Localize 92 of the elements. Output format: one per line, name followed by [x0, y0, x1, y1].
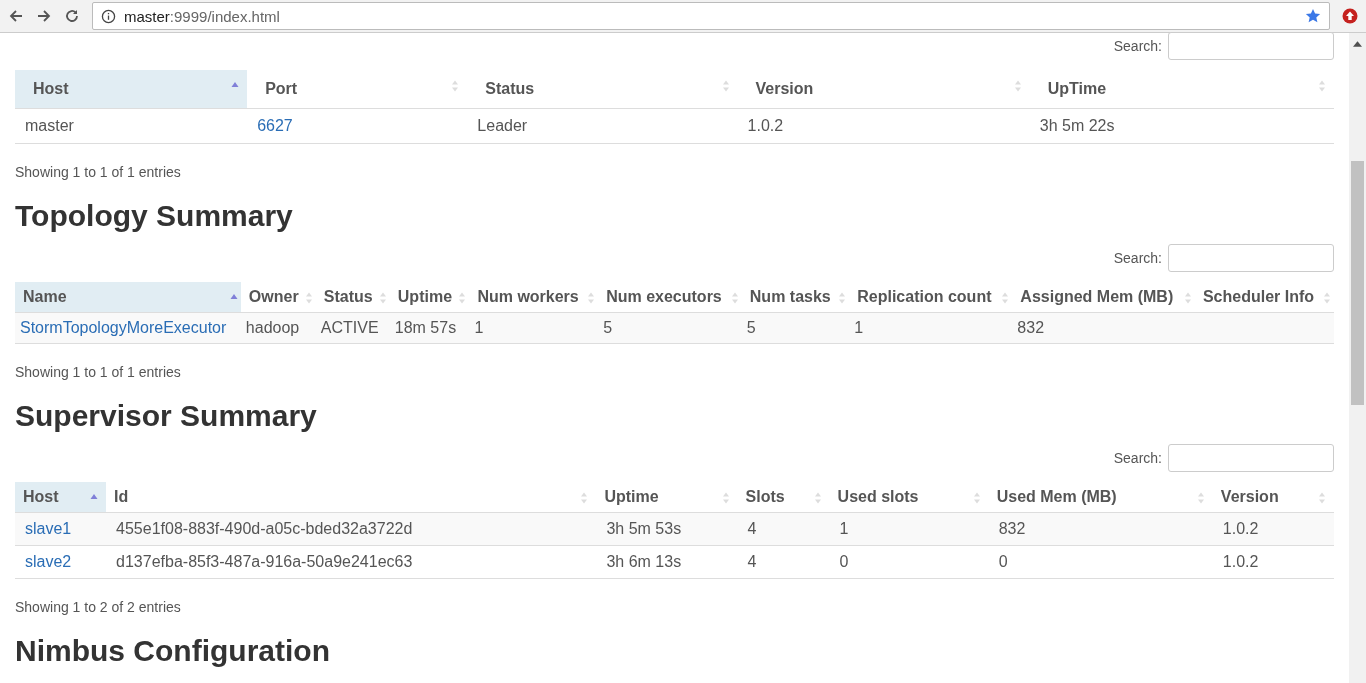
search-label: Search: — [1113, 38, 1162, 54]
column-header[interactable]: Num executors — [598, 282, 742, 313]
section-heading: Supervisor Summary — [15, 398, 318, 434]
address-bar[interactable]: master:9999/index.html — [92, 2, 1330, 30]
sort-icon — [1318, 492, 1326, 504]
column-header[interactable]: Used Mem (MB) — [988, 482, 1213, 513]
sort-icon — [1196, 492, 1205, 504]
column-header[interactable]: Host — [15, 482, 107, 513]
table-cell: Leader — [477, 117, 528, 134]
column-header[interactable]: Scheduler Info — [1194, 282, 1334, 313]
sort-icon — [972, 492, 981, 504]
table-link[interactable]: slave2 — [25, 553, 72, 570]
table-cell: 3h 5m 22s — [1039, 117, 1115, 134]
table-link[interactable]: slave1 — [25, 520, 72, 537]
entries-info: Showing 1 to 1 of 1 entries — [15, 364, 182, 380]
column-header[interactable]: Version — [737, 70, 1030, 109]
sort-icon — [1013, 80, 1022, 92]
sort-icon — [1001, 292, 1010, 304]
sort-icon — [580, 492, 589, 504]
sort-icon — [721, 492, 730, 504]
table-cell: 18m 57s — [394, 319, 457, 336]
sort-icon — [730, 292, 739, 304]
sort-icon — [304, 292, 313, 304]
sort-icon — [458, 292, 467, 304]
forward-icon[interactable] — [36, 8, 52, 24]
info-icon[interactable] — [101, 8, 116, 24]
table-cell: 5 — [746, 319, 756, 336]
entries-info: Showing 1 to 2 of 2 entries — [15, 599, 182, 615]
table-cell: 3h 5m 53s — [606, 520, 682, 537]
table-cell: 0 — [998, 553, 1008, 570]
sort-icon — [1318, 80, 1326, 92]
column-header[interactable]: Used slots — [829, 482, 989, 513]
table-cell: 1.0.2 — [1222, 520, 1259, 537]
column-header[interactable]: UpTime — [1029, 70, 1334, 109]
sort-icon — [451, 80, 460, 92]
sort-icon — [378, 292, 387, 304]
table-cell: 1.0.2 — [1222, 553, 1259, 570]
extension-icon[interactable] — [1342, 8, 1358, 24]
column-header[interactable]: Host — [15, 70, 248, 109]
column-header[interactable]: Uptime — [389, 282, 470, 313]
table-cell: 5 — [603, 319, 613, 336]
sort-icon — [721, 80, 730, 92]
table-cell: 1 — [839, 520, 849, 537]
table-cell: 832 — [998, 520, 1026, 537]
column-header[interactable]: Id — [106, 482, 597, 513]
table-link[interactable]: StormTopologyMoreExecutor — [20, 319, 227, 336]
entries-info: Showing 1 to 1 of 1 entries — [15, 164, 182, 180]
column-header[interactable]: Status — [467, 70, 738, 109]
search-field[interactable] — [1168, 444, 1334, 472]
back-icon[interactable] — [8, 8, 24, 24]
table-cell: hadoop — [245, 319, 300, 336]
search-label: Search: — [1113, 450, 1162, 466]
scrollbar[interactable] — [1349, 33, 1366, 683]
table-cell: 4 — [747, 520, 757, 537]
table-cell: 832 — [1017, 319, 1045, 336]
column-header[interactable]: Uptime — [596, 482, 738, 513]
table-cell: 3h 6m 13s — [606, 553, 682, 570]
column-header[interactable]: Version — [1212, 482, 1334, 513]
sort-icon — [587, 292, 596, 304]
column-header[interactable]: Replication count — [849, 282, 1013, 313]
column-header[interactable]: Num workers — [469, 282, 599, 313]
column-header[interactable]: Owner — [240, 282, 316, 313]
table-cell: 455e1f08-883f-490d-a05c-bded32a3722d — [116, 520, 413, 537]
sort-icon — [1323, 292, 1331, 304]
column-header[interactable]: Port — [247, 70, 468, 109]
star-icon[interactable] — [1305, 8, 1321, 24]
column-header[interactable]: Assigned Mem (MB) — [1012, 282, 1195, 313]
reload-icon[interactable] — [64, 8, 80, 24]
table-link[interactable]: 6627 — [257, 117, 293, 134]
column-header[interactable]: Num tasks — [741, 282, 850, 313]
scroll-up-icon[interactable] — [1353, 41, 1362, 47]
table-cell: 1 — [474, 319, 484, 336]
table-cell: ACTIVE — [320, 319, 379, 336]
table-cell: 0 — [839, 553, 849, 570]
table-cell: 1.0.2 — [747, 117, 784, 134]
table-cell: 1 — [854, 319, 864, 336]
url-text: master:9999/index.html — [124, 7, 281, 25]
table-cell: master — [25, 117, 74, 134]
search-field[interactable] — [1168, 244, 1334, 272]
sort-icon — [813, 492, 822, 504]
table-cell: 4 — [747, 553, 757, 570]
column-header[interactable]: Status — [315, 282, 390, 313]
column-header[interactable]: Slots — [737, 482, 830, 513]
column-header[interactable]: Name — [15, 282, 241, 313]
sort-icon — [838, 292, 847, 304]
section-heading: Topology Summary — [15, 198, 294, 234]
section-heading: Nimbus Configuration — [15, 633, 331, 669]
table-cell: d137efba-85f3-487a-916a-50a9e241ec63 — [116, 553, 413, 570]
sort-icon — [1183, 292, 1192, 304]
search-field[interactable] — [1168, 32, 1334, 60]
scrollbar-thumb[interactable] — [1351, 161, 1364, 405]
search-label: Search: — [1113, 250, 1162, 266]
